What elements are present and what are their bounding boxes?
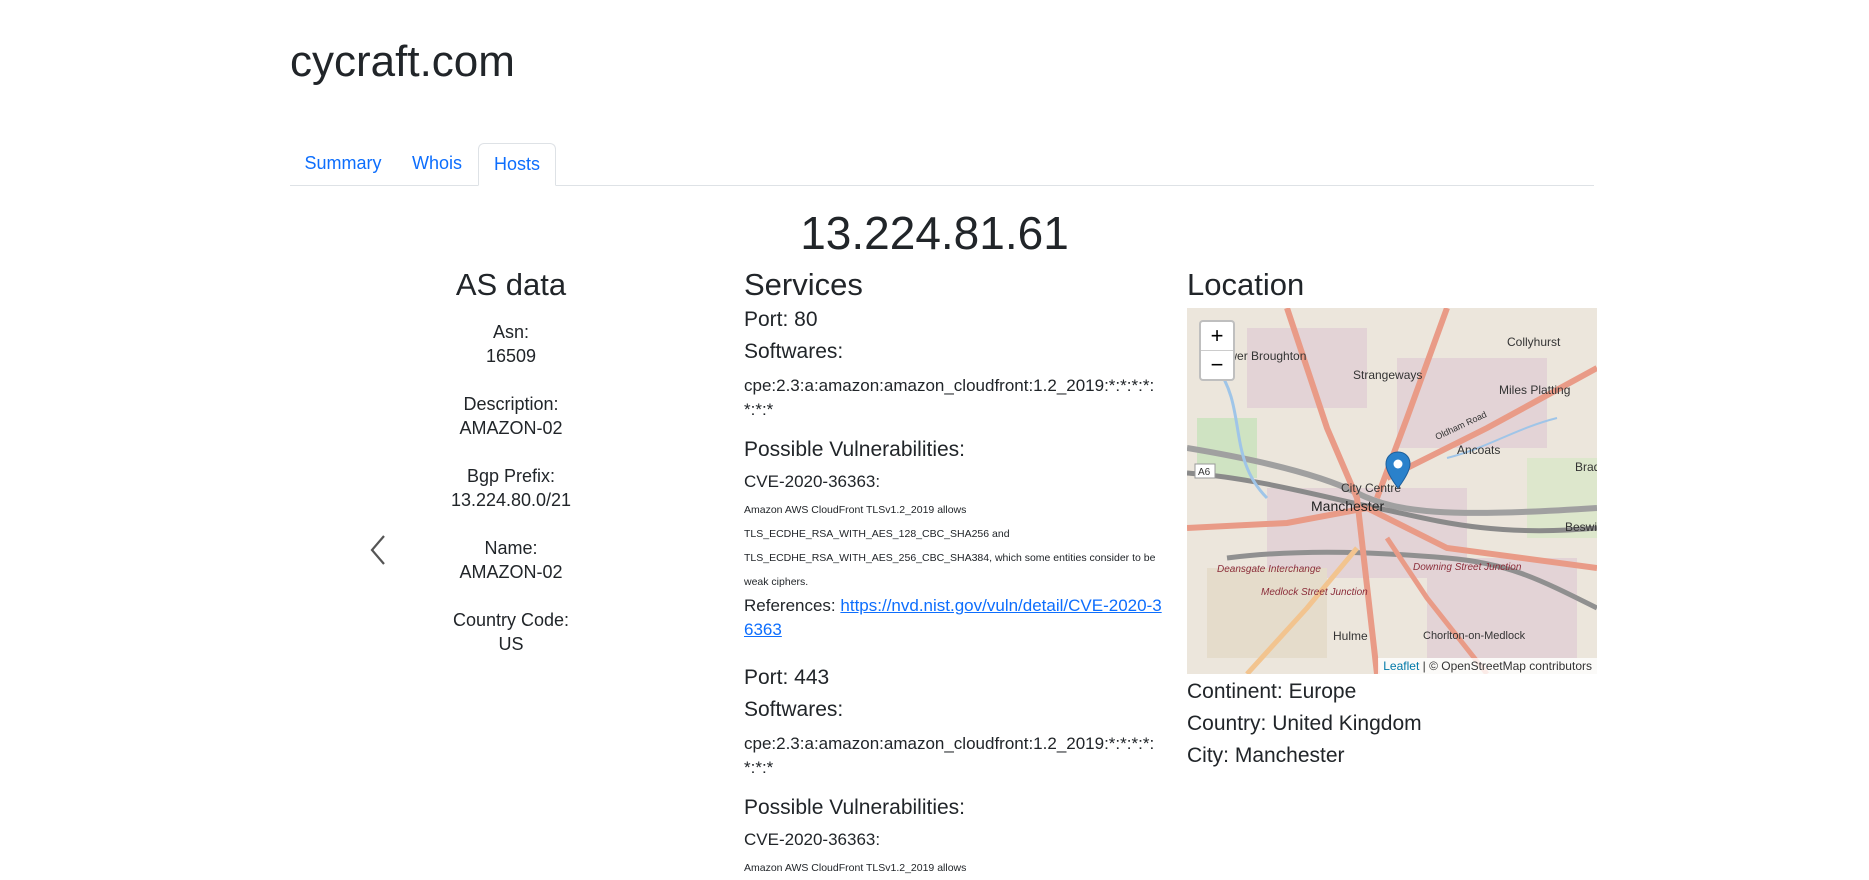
as-data-panel: AS data Asn: 16509 Description: AMAZON-0…: [411, 266, 611, 656]
as-bgp-prefix-label: Bgp Prefix:: [466, 466, 556, 486]
as-asn: Asn: 16509: [411, 320, 611, 368]
location-panel: Location Collyhurst Lower Broughton Stra…: [1187, 266, 1597, 767]
map-label: Hulme: [1333, 629, 1368, 643]
map-label: Medlock Street Junction: [1261, 587, 1368, 598]
as-description-label: Description:: [463, 394, 559, 414]
continent: Continent: Europe: [1187, 680, 1357, 703]
country: Country: United Kingdom: [1187, 712, 1422, 735]
as-name-label: Name:: [484, 538, 538, 558]
host-ip: 13.224.81.61: [800, 207, 1069, 259]
map-label: Miles Platting: [1499, 383, 1570, 397]
map-label: Manchester: [1311, 498, 1384, 514]
map-label: A6: [1198, 467, 1211, 478]
service-entry: Port: 443 Softwares: cpe:2.3:a:amazon:am…: [744, 662, 1164, 880]
service-port: Port: 443: [744, 666, 830, 689]
map-label: Beswick: [1565, 520, 1597, 534]
tab-hosts[interactable]: Hosts: [478, 143, 556, 186]
as-description-value: AMAZON-02: [459, 418, 563, 438]
zoom-in-button[interactable]: +: [1201, 322, 1233, 351]
as-country-code: Country Code: US: [411, 608, 611, 656]
map-label: Collyhurst: [1507, 335, 1561, 349]
cve-id: CVE-2020-36363:: [744, 830, 881, 849]
cve-description: Amazon AWS CloudFront TLSv1.2_2019 allow…: [744, 504, 1156, 588]
as-bgp-prefix-value: 13.224.80.0/21: [450, 490, 572, 510]
cve-references: References: https://nvd.nist.gov/vuln/de…: [744, 594, 1164, 642]
map-label: City Centre: [1341, 481, 1401, 495]
map-attribution: Leaflet | © OpenStreetMap contributors: [1378, 658, 1597, 674]
map-label: Strangeways: [1353, 368, 1422, 382]
vulnerabilities-label: Possible Vulnerabilities:: [744, 438, 966, 461]
tab-bar: Summary Whois Hosts: [290, 143, 1594, 186]
service-port: Port: 80: [744, 308, 818, 331]
tab-summary[interactable]: Summary: [290, 143, 396, 183]
as-country-code-value: US: [498, 634, 524, 654]
as-bgp-prefix: Bgp Prefix: 13.224.80.0/21: [411, 464, 611, 512]
as-data-heading: AS data: [455, 267, 567, 302]
softwares-label: Softwares:: [744, 340, 844, 363]
cve-description: Amazon AWS CloudFront TLSv1.2_2019 allow…: [744, 862, 967, 874]
service-entry: Port: 80 Softwares: cpe:2.3:a:amazon:ama…: [744, 304, 1164, 642]
as-name: Name: AMAZON-02: [411, 536, 611, 584]
as-name-value: AMAZON-02: [459, 562, 563, 582]
city: City: Manchester: [1187, 744, 1345, 767]
as-description: Description: AMAZON-02: [411, 392, 611, 440]
carousel-prev-button[interactable]: [366, 532, 390, 568]
softwares-label: Softwares:: [744, 698, 844, 721]
location-info: Continent: Europe Country: United Kingdo…: [1187, 676, 1422, 772]
as-asn-value: 16509: [485, 346, 537, 366]
attribution-text: | © OpenStreetMap contributors: [1419, 659, 1592, 673]
software-cpe: cpe:2.3:a:amazon:amazon_cloudfront:1.2_2…: [744, 734, 1155, 777]
zoom-out-button[interactable]: −: [1201, 351, 1233, 379]
site-title: cycraft.com: [290, 37, 515, 86]
chevron-left-icon: [370, 535, 385, 565]
services-panel: Services Port: 80 Softwares: cpe:2.3:a:a…: [744, 266, 1164, 880]
cve-id: CVE-2020-36363:: [744, 472, 881, 491]
vulnerabilities-label: Possible Vulnerabilities:: [744, 796, 966, 819]
software-cpe: cpe:2.3:a:amazon:amazon_cloudfront:1.2_2…: [744, 376, 1155, 419]
as-country-code-label: Country Code:: [452, 610, 570, 630]
map-label: Ancoats: [1457, 443, 1500, 457]
tab-whois[interactable]: Whois: [396, 143, 478, 183]
leaflet-link[interactable]: Leaflet: [1383, 659, 1419, 673]
map-zoom-control: + −: [1199, 320, 1235, 381]
map-label: Deansgate Interchange: [1217, 564, 1321, 575]
location-map[interactable]: Collyhurst Lower Broughton Strangeways M…: [1187, 308, 1597, 674]
map-label: Downing Street Junction: [1413, 562, 1522, 573]
map-label: Chorlton-on-Medlock: [1423, 630, 1526, 642]
services-heading: Services: [744, 267, 863, 302]
as-asn-label: Asn:: [492, 322, 530, 342]
location-heading: Location: [1187, 267, 1305, 302]
map-label: Bradford: [1575, 460, 1597, 474]
references-label: References:: [744, 596, 841, 615]
map-tiles: Collyhurst Lower Broughton Strangeways M…: [1187, 308, 1597, 674]
